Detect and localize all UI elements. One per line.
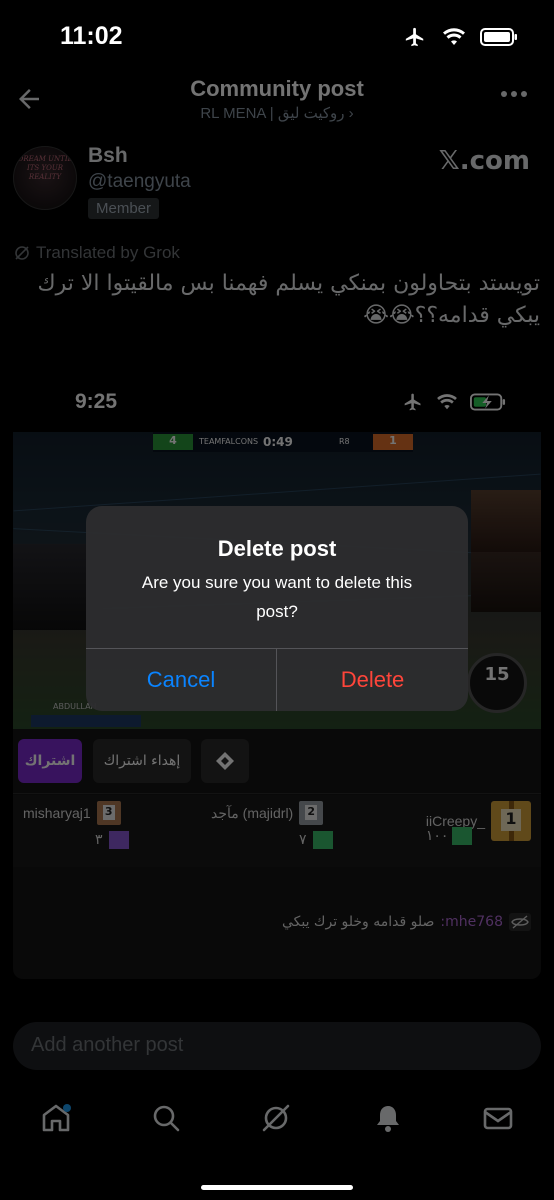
purple-gift-icon [108,831,129,849]
notification-dot [63,1104,71,1112]
translated-text: Translated by Grok [36,243,180,262]
kick-panel: اشتراك إهداء اشتراك iiCreepy_ 1 ١٠٠ مآجد… [13,729,541,979]
user-handle[interactable]: @taengyuta [88,171,191,193]
member-badge: Member [88,198,160,219]
hidden-eye-icon [509,913,531,931]
dialog-title: Delete post [217,536,337,561]
top-gifters: iiCreepy_ 1 ١٠٠ مآجد (majidrl) 2 ٧ misha… [13,795,541,867]
more-icon[interactable] [500,90,528,98]
kick-logo-icon [216,752,234,770]
rank-label: 3 [102,805,115,820]
translated-label: Translated by Grok [14,243,180,263]
chat-message: mhe768: صلو قدامه وخلو ترك يبكي [282,913,531,931]
grok-tab-icon[interactable] [258,1100,294,1136]
gift-sub-button[interactable]: إهداء اشتراك [93,739,191,783]
battery-icon [480,28,517,46]
chat-username[interactable]: mhe768: [440,914,503,930]
webcam-right-top [471,490,541,552]
team-left: TEAMFALCONS [199,437,259,446]
gifter-1: iiCreepy_ 1 ١٠٠ [426,801,531,845]
home-indicator [201,1185,353,1190]
green-gift-icon [312,831,333,849]
chat-text: صلو قدامه وخلو ترك يبكي [281,914,435,930]
top-nav: Community post RL MENA | روكيت ليق › [0,72,554,128]
player-bar [31,715,141,727]
search-icon[interactable] [148,1100,184,1136]
kick-logo-button[interactable] [201,739,249,783]
messages-icon[interactable] [480,1100,516,1136]
cancel-button[interactable]: Cancel [86,649,276,711]
gift-count: ١٠٠ [425,828,449,844]
rank-label: 2 [305,805,318,820]
gold-gift-icon: 1 [491,801,531,841]
green-gift-icon [452,827,473,845]
silver-gift-icon: 2 [299,801,324,825]
embedded-wifi-icon [437,394,457,410]
notifications-icon[interactable] [370,1100,406,1136]
community-link[interactable]: RL MENA | روكيت ليق › [0,104,554,122]
home-icon[interactable] [38,1100,74,1136]
delete-dialog: Delete post Are you sure you want to del… [86,506,468,711]
embedded-airplane-icon [404,393,421,411]
gifter-name: مآجد (majidrl) [211,804,294,821]
compose-placeholder: Add another post [31,1034,184,1056]
embedded-status-time: 9:25 [75,390,118,413]
status-icons [402,26,518,48]
status-time: 11:02 [60,22,123,50]
divider [13,793,541,794]
dialog-message: Are you sure you want to delete this pos… [141,573,413,621]
status-bar: 11:02 [0,0,554,72]
delete-button[interactable]: Delete [277,649,468,711]
tab-bar [0,1090,554,1146]
avatar-text: DREAM UNTIL ITS YOUR REALITY [17,155,73,181]
bronze-gift-icon: 3 [96,801,121,825]
avatar[interactable]: DREAM UNTIL ITS YOUR REALITY [13,146,77,210]
score-left: 4 [153,434,193,450]
embedded-status-icons [402,392,506,412]
subscribe-button[interactable]: اشتراك [18,739,82,783]
gift-count: ٧ [299,832,307,848]
webcam-right-bottom [471,552,541,612]
rank-label: 1 [501,809,521,831]
gifter-3: misharyaj1 3 ٣ [23,801,129,849]
gifter-name: misharyaj1 [23,805,91,821]
post-text: تويستد بتحاولون بمنكي يسلم فهمنا بس مالق… [37,271,540,328]
wifi-icon [443,28,465,45]
score-right: 1 [373,434,413,450]
gifter-2: مآجد (majidrl) 2 ٧ [211,801,333,849]
game-clock: 0:49 [263,435,293,449]
compose-input[interactable]: Add another post [13,1022,541,1070]
team-right: R8 [339,437,350,446]
page-title: Community post [190,76,364,101]
boost-value: 15 [484,664,510,685]
embedded-battery-charging-icon [470,393,506,411]
xcom-watermark: 𝕏.com [438,146,530,176]
gift-count: ٣ [95,832,103,848]
boost-meter: 15 [467,653,527,713]
grok-icon [15,246,29,260]
airplane-icon [405,27,424,47]
user-name[interactable]: Bsh [88,144,128,168]
